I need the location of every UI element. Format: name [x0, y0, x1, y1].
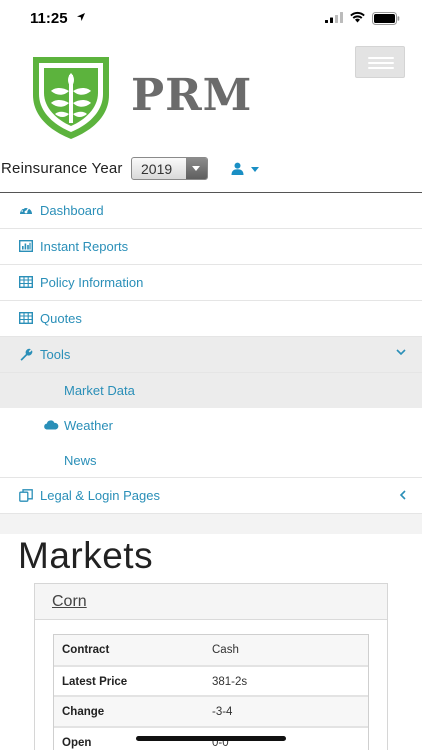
nav-item-label: Quotes: [40, 311, 82, 326]
row-value: -3-4: [212, 706, 233, 718]
nav-bottom-spacer: [0, 514, 422, 534]
bar-chart-icon: [19, 240, 33, 252]
nav-item-label: Dashboard: [40, 203, 104, 218]
status-time: 11:25: [30, 10, 68, 27]
table-row: Latest Price 381-2s: [54, 665, 368, 696]
location-arrow-icon: [77, 13, 85, 21]
copy-icon: [19, 489, 33, 502]
nav-item-instant-reports[interactable]: Instant Reports: [0, 229, 422, 265]
table-icon: [19, 276, 33, 288]
selected-year: 2019: [141, 161, 173, 177]
nav-item-legal-login-pages[interactable]: Legal & Login Pages: [0, 478, 422, 514]
dashboard-icon: [20, 206, 32, 214]
select-caret-icon: [186, 158, 207, 179]
wrench-icon: [20, 348, 33, 361]
table-row: Contract Cash: [54, 635, 368, 666]
sub-item-market-data[interactable]: Market Data: [0, 373, 422, 408]
nav-item-label: Policy Information: [40, 275, 144, 290]
hamburger-bar: [368, 67, 394, 69]
caret-down-icon: [251, 167, 259, 172]
reinsurance-year-row: Reinsurance Year 2019: [0, 155, 422, 183]
user-menu-button[interactable]: [231, 162, 261, 176]
nav-item-policy-information[interactable]: Policy Information: [0, 265, 422, 301]
row-value: Cash: [212, 644, 239, 656]
side-nav: Dashboard Instant Reports Policy Informa…: [0, 193, 422, 534]
reinsurance-year-label: Reinsurance Year: [1, 160, 123, 177]
nav-item-tools[interactable]: Tools: [0, 337, 422, 373]
row-value: 381-2s: [212, 675, 248, 688]
chevron-down-icon: [396, 349, 406, 356]
row-key: Change: [62, 706, 105, 718]
nav-item-label: Tools: [40, 347, 71, 362]
sub-item-label: News: [64, 453, 97, 468]
row-key: Latest Price: [62, 675, 128, 688]
sub-item-news[interactable]: News: [0, 443, 422, 478]
status-bar: 11:25: [0, 0, 422, 38]
chevron-left-icon: [399, 490, 406, 500]
table-icon: [19, 312, 33, 324]
sub-item-weather[interactable]: Weather: [0, 408, 422, 443]
logo-text: PRM: [131, 70, 253, 121]
nav-item-label: Instant Reports: [40, 239, 129, 254]
sub-item-label: Weather: [64, 418, 113, 433]
market-table: Contract Cash Latest Price 381-2s Change…: [53, 634, 369, 750]
cellular-signal-icon: [325, 12, 343, 23]
market-panel: Corn Contract Cash Latest Price 381-2s C…: [34, 583, 388, 750]
page-title: Markets: [18, 535, 154, 576]
panel-title-link[interactable]: Corn: [52, 593, 87, 611]
nav-item-label: Legal & Login Pages: [40, 488, 160, 503]
row-key: Open: [62, 736, 92, 749]
nav-item-dashboard[interactable]: Dashboard: [0, 193, 422, 229]
hamburger-bar: [368, 62, 394, 64]
nav-item-quotes[interactable]: Quotes: [0, 301, 422, 337]
prm-logo-shield-icon: [33, 57, 109, 139]
reinsurance-year-select[interactable]: 2019: [131, 157, 208, 180]
cloud-icon: [44, 420, 59, 430]
panel-heading: Corn: [35, 584, 387, 620]
table-row: Change -3-4: [54, 696, 368, 727]
home-indicator: [136, 736, 286, 741]
wifi-icon: [350, 11, 365, 23]
sub-item-label: Market Data: [64, 383, 135, 398]
user-icon: [231, 162, 244, 175]
hamburger-menu-button[interactable]: [355, 46, 405, 78]
row-key: Contract: [62, 644, 110, 656]
hamburger-bar: [368, 57, 394, 59]
battery-icon: [372, 12, 400, 25]
